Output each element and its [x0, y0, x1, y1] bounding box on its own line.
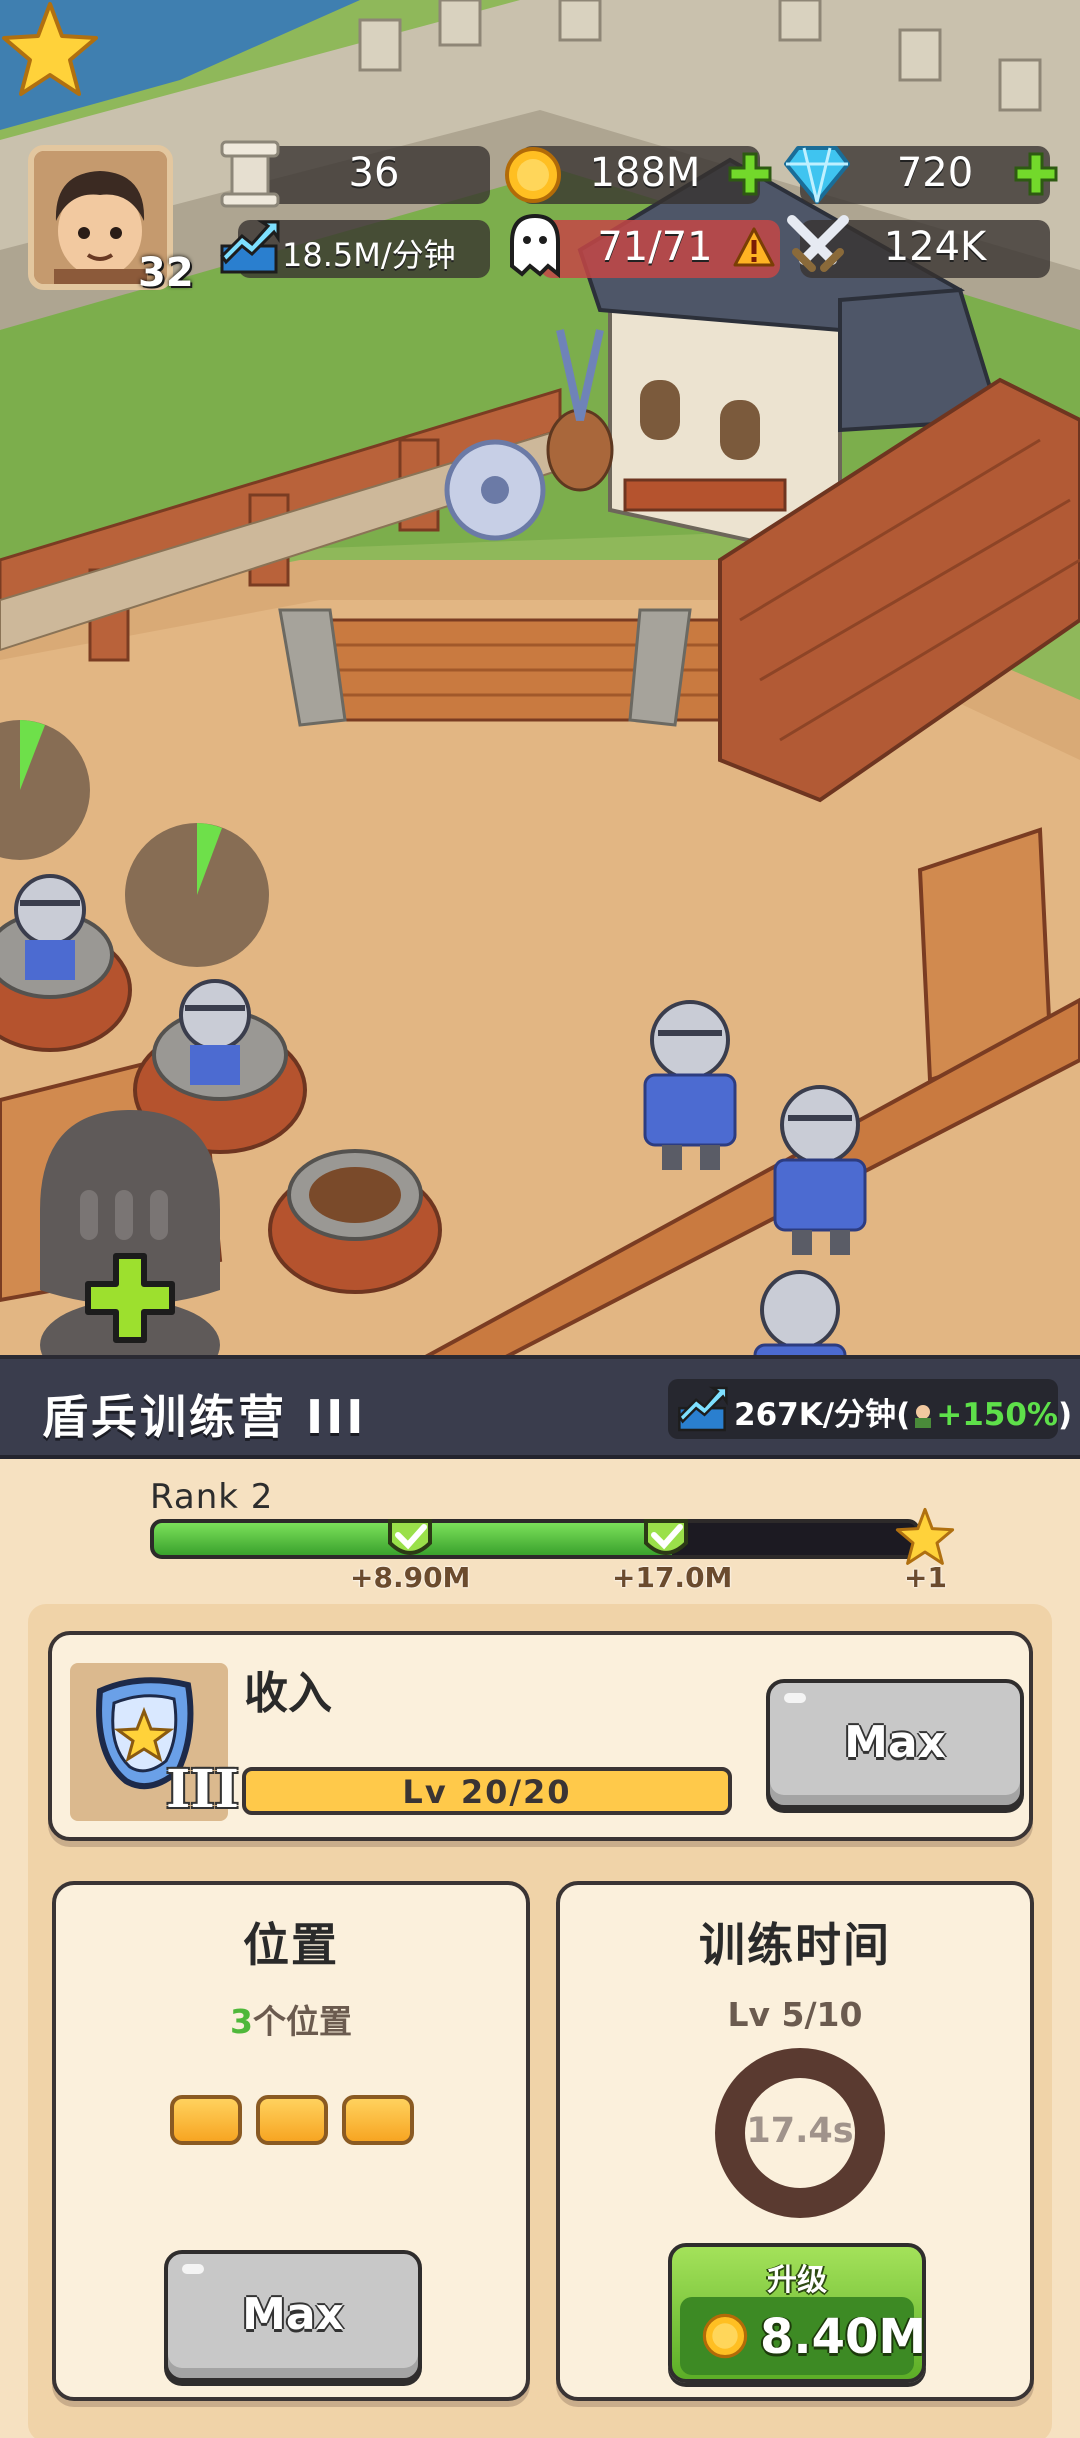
milestone-label: +1: [904, 1561, 947, 1594]
income-rate: 18.5M/分钟: [282, 236, 456, 274]
training-time-card: 训练时间 Lv 5/10 17.4s 升级 8.40M: [556, 1881, 1034, 2401]
rank-progress-bar: [150, 1519, 920, 1559]
panel-header: 盾兵训练营 III 267K/分钟(+150%): [0, 1359, 1080, 1459]
income-trend-icon: [677, 1386, 728, 1432]
pillars-count: 36: [348, 150, 400, 196]
population-count: 71/71: [597, 224, 713, 270]
upgrade-training-button[interactable]: 升级 8.40M: [668, 2243, 926, 2383]
crossed-swords-icon: [787, 215, 849, 272]
training-title: 训练时间: [699, 1918, 891, 1972]
game-scene[interactable]: 32 36 188M 720 18.5M/分钟 71/71 124K: [0, 0, 1080, 1360]
milestone-check-icon: [644, 1519, 688, 1555]
training-level: Lv 5/10: [727, 1995, 863, 2034]
add-gold-button[interactable]: [728, 152, 772, 196]
rate-bonus: +150%: [936, 1397, 1058, 1433]
training-time: 17.4s: [746, 2111, 854, 2151]
income-card: III 收入 Lv 20/20 Max: [48, 1631, 1033, 1841]
gem-icon: [784, 146, 850, 204]
upgrade-price-box: 8.40M: [680, 2297, 926, 2375]
milestone-star-icon: [895, 1507, 955, 1565]
income-icon-box: III: [70, 1663, 239, 1821]
rate-text: 267K/分钟(+150%): [734, 1397, 1073, 1433]
rate-value: 267K/分钟: [734, 1397, 897, 1433]
income-badge-roman: III: [166, 1759, 239, 1820]
add-station-plus-icon[interactable]: [82, 1250, 178, 1346]
slots-title: 位置: [243, 1918, 339, 1972]
gold-amount: 188M: [589, 150, 701, 196]
building-income-rate: 267K/分钟(+150%): [668, 1379, 1072, 1439]
gold-coin-icon: [505, 147, 561, 203]
add-gems-button[interactable]: [1014, 152, 1058, 196]
income-trend-icon: [220, 220, 280, 274]
power-amount: 124K: [883, 224, 987, 270]
panel-title: 盾兵训练营 III: [42, 1390, 367, 1444]
slots-card: 位置 3个位置 Max: [52, 1881, 530, 2401]
rank-label: Rank 2: [150, 1477, 274, 1517]
slots-subtitle: 3个位置: [56, 1995, 526, 2043]
income-level: Lv 20/20: [402, 1773, 572, 1811]
gold-coin-icon: [702, 2313, 748, 2359]
milestone-label: +17.0M: [612, 1561, 733, 1594]
manager-icon: [915, 1405, 932, 1428]
upgrade-label: 升级: [767, 2263, 827, 2298]
slot-indicator: [256, 2095, 328, 2145]
building-panel: 盾兵训练营 III 267K/分钟(+150%) Rank 2 +8.90M +…: [0, 1355, 1080, 2438]
income-max-button[interactable]: Max: [766, 1679, 1024, 1809]
income-level-bar: Lv 20/20: [242, 1767, 732, 1815]
slots-count: 3: [230, 2002, 253, 2041]
slot-indicator: [342, 2095, 414, 2145]
player-level: 32: [138, 250, 194, 296]
income-title: 收入: [244, 1668, 332, 1719]
upgrade-price: 8.40M: [760, 2309, 927, 2365]
warning-icon[interactable]: [732, 226, 776, 270]
level-star-icon: [2, 2, 98, 96]
slot-indicator: [170, 2095, 242, 2145]
gems-amount: 720: [896, 150, 974, 196]
population-ghost-icon: [510, 213, 560, 279]
milestone-label: +8.90M: [350, 1561, 471, 1594]
milestone-check-icon: [388, 1519, 432, 1555]
slots-count-suffix: 个位置: [252, 2002, 352, 2041]
slots-max-button[interactable]: Max: [164, 2250, 422, 2382]
